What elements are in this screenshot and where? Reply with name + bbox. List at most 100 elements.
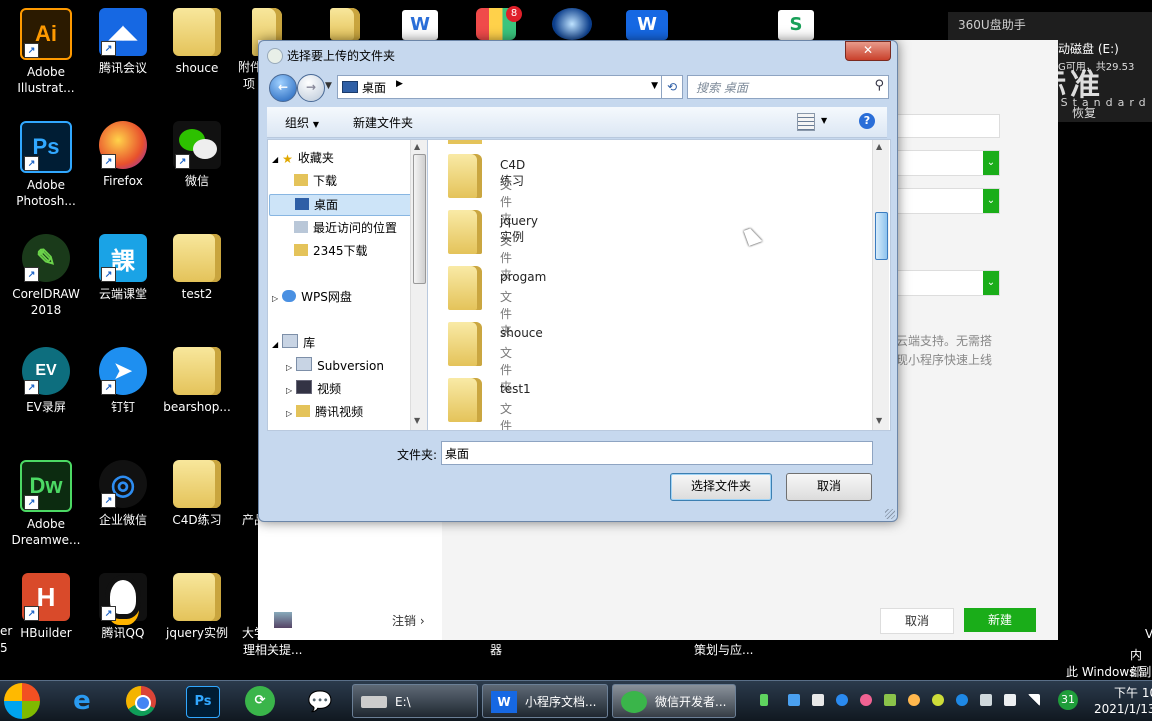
form-select-3[interactable]: ⌄: [888, 270, 1000, 296]
nav-downloads[interactable]: 下载: [294, 171, 337, 191]
desktop-icon-photoshop[interactable]: Ps ↗ Adobe Photosh...: [10, 121, 82, 209]
360-icon[interactable]: ⟳: [245, 686, 275, 716]
folder-field[interactable]: 桌面: [441, 441, 873, 465]
scroll-up-icon[interactable]: ▲: [414, 142, 420, 151]
wps-sheet-icon[interactable]: S: [778, 10, 814, 40]
user-avatar[interactable]: [274, 612, 292, 628]
flower-icon[interactable]: [860, 694, 872, 706]
nav-label: 视频: [317, 382, 342, 396]
refresh-icon[interactable]: ⟲: [661, 76, 682, 98]
devtools-create-button[interactable]: 新建: [964, 608, 1036, 632]
view-dropdown-icon[interactable]: ▼: [821, 116, 827, 125]
address-bar[interactable]: 桌面 ▶ ▼ ⟲: [337, 75, 683, 99]
forward-button[interactable]: →: [297, 74, 325, 102]
start-button[interactable]: [4, 683, 40, 719]
chrome-icon[interactable]: [126, 686, 156, 716]
document-tray-icon[interactable]: [812, 694, 824, 706]
new-folder-button[interactable]: 新建文件夹: [353, 114, 413, 131]
nav-2345-downloads[interactable]: 2345下载: [294, 241, 368, 261]
scroll-up-icon[interactable]: ▲: [876, 142, 882, 151]
organize-button[interactable]: 组织 ▼: [285, 114, 319, 131]
wps-icon[interactable]: W: [626, 10, 668, 40]
folder-input[interactable]: 桌面: [445, 445, 469, 462]
form-input-appid[interactable]: [888, 114, 1000, 138]
file-scrollbar[interactable]: ▲ ▼: [872, 140, 889, 430]
photoshop-taskbar-icon[interactable]: Ps: [186, 686, 220, 718]
form-select-2[interactable]: ⌄: [888, 188, 1000, 214]
nav-libraries[interactable]: ◢ 库: [272, 333, 315, 353]
speaker-icon[interactable]: [1004, 694, 1016, 706]
chevron-down-icon: ⌄: [983, 189, 999, 213]
bluetooth-icon[interactable]: [956, 694, 968, 706]
scroll-down-icon[interactable]: ▼: [876, 416, 882, 425]
devtools-cancel-button[interactable]: 取消: [880, 608, 954, 634]
desktop-folder-shouce[interactable]: shouce: [161, 8, 233, 76]
form-select-1[interactable]: ⌄: [888, 150, 1000, 176]
search-input[interactable]: 搜索 桌面: [696, 79, 748, 96]
search-icon[interactable]: ⚲: [874, 78, 884, 93]
address-segment[interactable]: 桌面: [362, 79, 386, 96]
clock-date[interactable]: 2021/1/13: [1094, 702, 1152, 716]
desktop-icon-wecom[interactable]: ◎ ↗ 企业微信: [87, 460, 159, 528]
shield-icon[interactable]: [836, 694, 848, 706]
nav-subversion[interactable]: ▷ Subversion: [286, 356, 384, 376]
nav-desktop[interactable]: 桌面: [269, 194, 428, 216]
file-scroll-thumb[interactable]: [875, 212, 888, 260]
task-miniprogram-docs[interactable]: W 小程序文档...: [482, 684, 608, 718]
nav-scroll-thumb[interactable]: [413, 154, 426, 284]
search-box[interactable]: 搜索 桌面 ⚲: [687, 75, 889, 99]
notification-count-badge[interactable]: 31: [1058, 690, 1078, 710]
clock-time[interactable]: 下午 10: [1114, 684, 1152, 701]
desktop-icon-ev-recorder[interactable]: EV ↗ EV录屏: [10, 347, 82, 415]
cinema4d-icon[interactable]: [552, 8, 592, 40]
desktop-icon-illustrator[interactable]: Ai ↗ Adobe Illustrat...: [10, 8, 82, 96]
desktop-folder-bearshop[interactable]: bearshop...: [161, 347, 233, 415]
back-button[interactable]: ←: [269, 74, 297, 102]
desktop-icon-dreamweaver[interactable]: Dw ↗ Adobe Dreamwe...: [10, 460, 82, 548]
cloud-tray-icon[interactable]: [908, 694, 920, 706]
ie-icon[interactable]: e: [66, 686, 98, 716]
wps-writer-icon[interactable]: W: [402, 10, 438, 40]
desktop-icon-dingtalk[interactable]: ➤ ↗ 钉钉: [87, 347, 159, 415]
network-device-icon[interactable]: [980, 694, 992, 706]
help-icon[interactable]: ?: [859, 113, 875, 129]
desktop-icon-wechat[interactable]: ↗ 微信: [161, 121, 233, 189]
desktop-folder-jquery[interactable]: jquery实例: [161, 573, 233, 641]
task-explorer[interactable]: E:\: [352, 684, 478, 718]
task-wechat-devtools[interactable]: 微信开发者...: [612, 684, 736, 718]
resize-grip-icon[interactable]: [885, 509, 895, 519]
desktop-icon-tencent-meeting[interactable]: ◢◣ ↗ 腾讯会议: [87, 8, 159, 76]
select-folder-button[interactable]: 选择文件夹: [670, 473, 772, 501]
signal-icon[interactable]: [1028, 694, 1040, 706]
logout-link[interactable]: 注销 ›: [392, 612, 425, 629]
scroll-down-icon[interactable]: ▼: [414, 416, 420, 425]
address-dropdown-icon[interactable]: ▼: [651, 81, 658, 91]
desktop-icon-hbuilder[interactable]: H ↗ HBuilder: [10, 573, 82, 641]
breadcrumb-arrow-icon[interactable]: ▶: [396, 79, 403, 89]
history-dropdown-icon[interactable]: ▼: [325, 81, 332, 91]
nav-recent[interactable]: 最近访问的位置: [294, 218, 397, 238]
plus-icon[interactable]: [932, 694, 944, 706]
view-options-icon[interactable]: [797, 113, 815, 131]
nav-favorites[interactable]: ◢ ★ 收藏夹: [272, 148, 334, 168]
desktop-icon-firefox[interactable]: .↗ Firefox: [87, 121, 159, 189]
navigation-pane[interactable]: ◢ ★ 收藏夹 下载 桌面 最近访问的位置 2345下载 ▷ WPS网盘 ◢ 库 ▷ Su…: [267, 139, 429, 431]
desktop-icon-coreldraw[interactable]: ✎ ↗ CorelDRAW 2018: [10, 234, 82, 318]
nav-scrollbar[interactable]: ▲ ▼: [410, 140, 427, 430]
battery-icon[interactable]: [760, 694, 768, 706]
cube-icon[interactable]: [788, 694, 800, 706]
desktop-folder-test2[interactable]: test2: [161, 234, 233, 302]
library-icon: [296, 357, 313, 371]
file-list-pane[interactable]: C4D练习 文件夹 jquery实例 文件夹 progam 文件夹 shouce 文件夹…: [427, 139, 891, 431]
desktop-icon-cloud-classroom[interactable]: 課 ↗ 云端课堂: [87, 234, 159, 302]
nav-tencent-video[interactable]: ▷ 腾讯视频: [286, 402, 363, 422]
desktop-icon-qq[interactable]: ↗ 腾讯QQ: [87, 573, 159, 641]
dialog-close-button[interactable]: ✕: [845, 41, 891, 61]
hand-icon[interactable]: [884, 694, 896, 706]
wechat-taskbar-icon[interactable]: 💬: [304, 686, 336, 716]
dialog-cancel-button[interactable]: 取消: [786, 473, 872, 501]
desktop-folder-c4d[interactable]: C4D练习: [161, 460, 233, 528]
nav-wps-cloud[interactable]: ▷ WPS网盘: [272, 287, 352, 307]
nav-videos[interactable]: ▷ 视频: [286, 379, 341, 399]
desktop-folder-top-1[interactable]: [330, 8, 360, 40]
